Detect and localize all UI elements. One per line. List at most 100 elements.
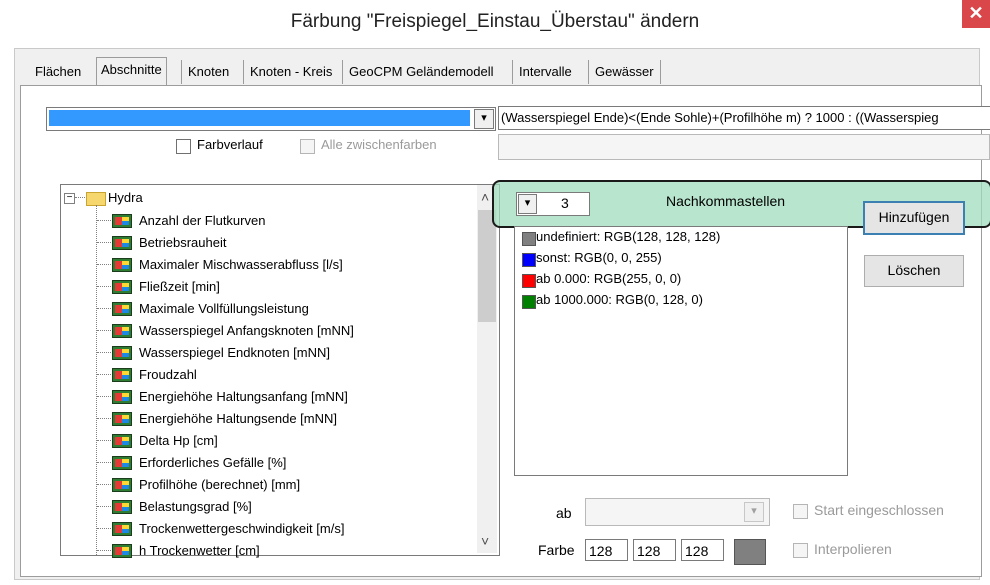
expression-field[interactable]: (Wasserspiegel Ende)<(Ende Sohle)+(Profi…: [498, 106, 990, 130]
blue-input[interactable]: 128: [681, 539, 724, 561]
attribute-icon: [112, 456, 132, 470]
tree-item-label: Fließzeit [min]: [139, 279, 220, 294]
attribute-icon: [112, 236, 132, 250]
attribute-icon: [112, 390, 132, 404]
chevron-down-icon: ▾: [524, 197, 531, 209]
tree-item-label: Anzahl der Flutkurven: [139, 213, 266, 228]
tree-item-label: Profilhöhe (berechnet) [mm]: [139, 477, 301, 492]
attribute-icon: [112, 346, 132, 360]
tree-item-label: Froudzahl: [139, 367, 197, 382]
farbverlauf-checkbox[interactable]: [176, 139, 191, 154]
tree-item-label: Maximaler Mischwasserabfluss [l/s]: [139, 257, 343, 272]
color-preview-swatch[interactable]: [734, 539, 766, 565]
ab-select[interactable]: ▾: [585, 498, 770, 526]
start-eingeschlossen-label: Start eingeschlossen: [814, 502, 944, 518]
expression-secondary-field[interactable]: [498, 134, 990, 160]
tree-item-label: Delta Hp [cm]: [139, 433, 218, 448]
tree-connector: [97, 396, 111, 397]
color-swatch: [522, 274, 536, 288]
chevron-down-icon: ▾: [751, 505, 757, 517]
tree-item-label: Betriebsrauheit: [139, 235, 227, 250]
tree-connector: [97, 462, 111, 463]
ab-dropdown-button[interactable]: ▾: [744, 502, 764, 522]
tree-connector: [97, 418, 111, 419]
attribute-select-selection: [49, 110, 470, 126]
tab-gewaesser[interactable]: Gewässer: [588, 60, 661, 84]
tree-connector: [97, 308, 111, 309]
tree-connector: [97, 484, 111, 485]
scroll-down-icon[interactable]: ˅: [481, 533, 489, 549]
color-list-item-label: sonst: RGB(0, 0, 255): [536, 250, 662, 265]
farbverlauf-label: Farbverlauf: [197, 137, 263, 152]
color-list-item-label: ab 0.000: RGB(255, 0, 0): [536, 271, 682, 286]
close-button[interactable]: ✕: [962, 0, 990, 28]
alle-zwischenfarben-label: Alle zwischenfarben: [321, 137, 437, 152]
tree-scrollbar-thumb[interactable]: [478, 210, 496, 322]
tab-geocpm-gelaendemodell[interactable]: GeoCPM Geländemodell: [342, 60, 494, 84]
tree-connector: [97, 330, 111, 331]
tab-knoten-kreis[interactable]: Knoten - Kreis: [243, 60, 332, 84]
tree-item-label: h Trockenwetter [cm]: [139, 543, 260, 558]
attribute-icon: [112, 500, 132, 514]
tab-flaechen[interactable]: Flächen: [35, 60, 81, 84]
attribute-icon: [112, 258, 132, 272]
attribute-icon: [112, 434, 132, 448]
tree-root-label[interactable]: Hydra: [108, 190, 143, 205]
tree-connector: [97, 374, 111, 375]
decimals-label: Nachkommastellen: [666, 193, 786, 209]
tree-connector: [97, 242, 111, 243]
ab-label: ab: [556, 505, 572, 521]
folder-icon: [86, 192, 106, 206]
start-eingeschlossen-checkbox[interactable]: [793, 504, 808, 519]
tree-item-label: Belastungsgrad [%]: [139, 499, 252, 514]
tree-item-label: Wasserspiegel Endknoten [mNN]: [139, 345, 330, 360]
add-button[interactable]: Hinzufügen: [863, 201, 965, 235]
tree-connector: [97, 220, 111, 221]
color-swatch: [522, 295, 536, 309]
tree-connector: [97, 286, 111, 287]
tree-item-label: Erforderliches Gefälle [%]: [139, 455, 287, 470]
tree-connector: [97, 440, 111, 441]
color-list-item-label: undefiniert: RGB(128, 128, 128): [536, 229, 721, 244]
attribute-icon: [112, 412, 132, 426]
interpolieren-checkbox[interactable]: [793, 543, 808, 558]
tree-item-label: Trockenwettergeschwindigkeit [m/s]: [139, 521, 345, 536]
attribute-select-dropdown-button[interactable]: ▾: [474, 109, 494, 129]
tab-intervalle[interactable]: Intervalle: [512, 60, 572, 84]
color-list-item-label: ab 1000.000: RGB(0, 128, 0): [536, 292, 703, 307]
attribute-icon: [112, 324, 132, 338]
green-input[interactable]: 128: [633, 539, 676, 561]
tab-abschnitte[interactable]: Abschnitte: [96, 57, 167, 86]
attribute-select[interactable]: ▾: [46, 107, 496, 131]
tree-connector: [75, 197, 85, 198]
tab-knoten[interactable]: Knoten: [181, 60, 229, 84]
tree-connector: [97, 550, 111, 551]
alle-zwischenfarben-checkbox[interactable]: [300, 139, 315, 154]
chevron-down-icon: ▾: [481, 112, 487, 124]
color-swatch: [522, 253, 536, 267]
tree-branch-line: [96, 205, 97, 555]
red-input[interactable]: 128: [585, 539, 628, 561]
close-icon: ✕: [968, 3, 984, 23]
delete-button[interactable]: Löschen: [864, 255, 964, 287]
attribute-icon: [112, 368, 132, 382]
decimals-dropdown-button[interactable]: ▾: [518, 194, 537, 214]
tree-item-label: Energiehöhe Haltungsende [mNN]: [139, 411, 338, 426]
decimals-value: 3: [561, 195, 569, 211]
tree-item-label: Wasserspiegel Anfangsknoten [mNN]: [139, 323, 354, 338]
attribute-icon: [112, 522, 132, 536]
color-swatch: [522, 232, 536, 246]
window-title: Färbung "Freispiegel_Einstau_Überstau" ä…: [290, 11, 700, 32]
interpolieren-label: Interpolieren: [814, 541, 892, 557]
tree-connector: [97, 264, 111, 265]
tree-connector: [97, 506, 111, 507]
tree-connector: [97, 528, 111, 529]
attribute-icon: [112, 544, 132, 558]
scroll-up-icon[interactable]: ˄: [481, 189, 489, 205]
tree-collapse-icon[interactable]: −: [64, 193, 75, 204]
tree-item-label: Maximale Vollfüllungsleistung: [139, 301, 309, 316]
tree-connector: [97, 352, 111, 353]
attribute-icon: [112, 478, 132, 492]
decimals-select[interactable]: ▾ 3: [516, 192, 590, 216]
farbe-label: Farbe: [538, 542, 575, 558]
